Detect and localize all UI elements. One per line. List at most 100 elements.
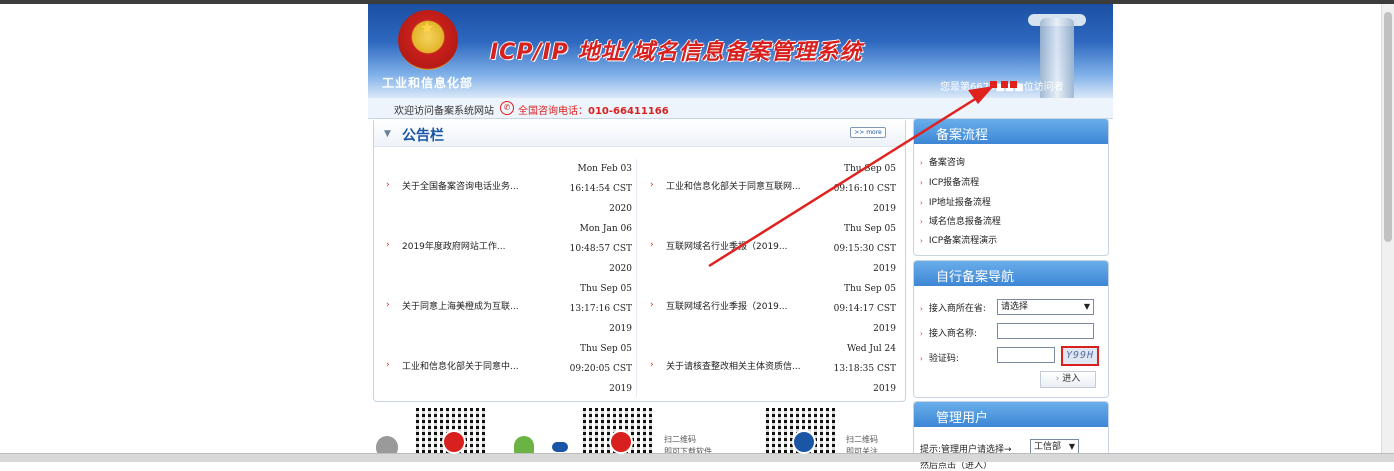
- notice-item-date: Mon Jan 06 10:48:57 CST 2020: [552, 219, 632, 279]
- notice-item-title[interactable]: 2019年度政府网站工作...: [402, 239, 506, 252]
- notice-item-title[interactable]: 工业和信息化部关于同意互联网...: [666, 179, 801, 192]
- notice-item-date: Thu Sep 05 09:15:30 CST 2019: [816, 219, 896, 279]
- notice-title: 公告栏: [402, 128, 444, 144]
- date-year: 2019: [609, 384, 632, 394]
- phone-number: 010-66411166: [588, 106, 669, 117]
- notice-item[interactable]: › 工业和信息化部关于同意互联网... Thu Sep 05 09:16:10 C…: [640, 155, 900, 215]
- date-time: 16:14:54 CST: [569, 184, 632, 194]
- arrow-bullet-icon: ›: [650, 180, 654, 190]
- process-link-label[interactable]: ICP备案流程演示: [929, 236, 997, 246]
- self-filing-panel-title: 自行备案导航: [936, 270, 1015, 285]
- process-link-label[interactable]: IP地址报备流程: [929, 198, 991, 208]
- date-day: Mon Feb 03: [577, 164, 632, 174]
- qr-logo-icon: [609, 430, 633, 454]
- info-bar: 欢迎访问备案系统网站 ✆ 全国咨询电话：010-66411166: [368, 98, 1113, 119]
- arrow-bullet-icon: ›: [386, 300, 390, 310]
- notice-item-title[interactable]: 关于全国备案咨询电话业务...: [402, 179, 519, 192]
- cloud-icon: [552, 442, 568, 452]
- process-panel-title: 备案流程: [936, 128, 989, 143]
- date-day: Thu Sep 05: [843, 164, 896, 174]
- phone-icon: ✆: [500, 101, 514, 115]
- arrow-bullet-icon: ›: [920, 159, 923, 167]
- process-link-icp[interactable]: › ICP报备流程: [920, 175, 979, 188]
- notice-item-date: Thu Sep 05 09:20:05 CST 2019: [552, 339, 632, 399]
- vertical-scrollbar[interactable]: [1381, 4, 1394, 454]
- collapse-triangle-icon: ▼: [384, 129, 391, 139]
- scrollbar-thumb[interactable]: [1384, 12, 1392, 242]
- process-link-ip[interactable]: › IP地址报备流程: [920, 195, 991, 208]
- captcha-image[interactable]: Y99H: [1061, 346, 1099, 366]
- enter-button[interactable]: › 进入: [1040, 371, 1096, 388]
- arrow-bullet-icon: ›: [920, 179, 923, 187]
- notice-item-date: Thu Sep 05 13:17:16 CST 2019: [552, 279, 632, 339]
- notice-item-title[interactable]: 关于同意上海美橙成为互联...: [402, 299, 519, 312]
- national-emblem-icon: ★: [398, 10, 458, 70]
- admin-panel-title: 管理用户: [936, 411, 989, 426]
- notice-board: ▼ 公告栏 >> more › 关于全国备案咨询电话业务... Mon Feb …: [373, 118, 906, 402]
- provider-name-label-text: 接入商名称:: [928, 329, 977, 339]
- process-link-label[interactable]: 域名信息报备流程: [929, 217, 1001, 227]
- notice-item-title[interactable]: 互联网域名行业季报（2019...: [666, 239, 788, 252]
- date-year: 2019: [873, 384, 896, 394]
- notice-item-date: Mon Feb 03 16:14:54 CST 2020: [552, 159, 632, 219]
- notice-item-title[interactable]: 工业和信息化部关于同意中...: [402, 359, 519, 372]
- notice-item[interactable]: › 互联网域名行业季报（2019... Thu Sep 05 09:15:30 C…: [640, 215, 900, 275]
- notice-item[interactable]: › 互联网域名行业季报（2019... Thu Sep 05 09:14:17 C…: [640, 275, 900, 335]
- dropdown-caret-icon: ▼: [1068, 442, 1075, 451]
- province-select-value: 请选择: [1001, 302, 1029, 312]
- system-title: ICP/IP 地址/域名信息备案管理系统: [490, 40, 863, 65]
- notice-item-title[interactable]: 关于请核查整改相关主体资质信...: [666, 359, 801, 372]
- date-time: 09:15:30 CST: [833, 244, 896, 254]
- date-day: Thu Sep 05: [843, 284, 896, 294]
- arrow-bullet-icon: ›: [650, 360, 654, 370]
- dept-select-value: 工信部: [1034, 442, 1062, 452]
- notice-item-date: Thu Sep 05 09:14:17 CST 2019: [816, 279, 896, 339]
- process-link-domain[interactable]: › 域名信息报备流程: [920, 214, 1001, 227]
- notice-item[interactable]: › 关于同意上海美橙成为互联... Thu Sep 05 13:17:16 CST…: [376, 275, 636, 335]
- notice-item[interactable]: › 关于请核查整改相关主体资质信... Wed Jul 24 13:18:35 C…: [640, 335, 900, 395]
- captcha-label: › 验证码:: [920, 351, 959, 364]
- date-day: Thu Sep 05: [579, 284, 632, 294]
- ministry-name: 工业和信息化部: [382, 76, 474, 90]
- arrow-bullet-icon: ›: [920, 218, 923, 226]
- provider-name-label: › 接入商名称:: [920, 326, 977, 339]
- captcha-input[interactable]: [997, 347, 1055, 363]
- process-panel-header: 备案流程: [914, 119, 1108, 144]
- more-button[interactable]: >> more: [850, 127, 886, 138]
- page-frame: ★ 工业和信息化部 ICP/IP 地址/域名信息备案管理系统 您是第6679■■…: [368, 4, 1113, 471]
- province-select[interactable]: 请选择 ▼: [997, 299, 1094, 315]
- process-link-consult[interactable]: › 备案咨询: [920, 155, 965, 168]
- process-link-label[interactable]: ICP报备流程: [929, 178, 979, 188]
- date-time: 13:18:35 CST: [833, 364, 896, 374]
- android-icon: [514, 436, 534, 454]
- visitor-counter: 您是第6679■■■位访问者: [940, 82, 1064, 93]
- phone-label: 全国咨询电话：: [518, 106, 588, 117]
- self-filing-panel-header: 自行备案导航: [914, 261, 1108, 286]
- date-day: Mon Jan 06: [579, 224, 632, 234]
- emblem-star-icon: ★: [420, 18, 435, 37]
- date-time: 13:17:16 CST: [569, 304, 632, 314]
- arrow-bullet-icon: ›: [920, 305, 923, 313]
- notice-header: ▼ 公告栏 >> more: [374, 119, 905, 147]
- notice-item[interactable]: › 2019年度政府网站工作... Mon Jan 06 10:48:57 CST…: [376, 215, 636, 275]
- column-divider: [636, 159, 637, 397]
- provider-name-input[interactable]: [997, 323, 1094, 339]
- notice-item[interactable]: › 工业和信息化部关于同意中... Thu Sep 05 09:20:05 CST…: [376, 335, 636, 395]
- self-filing-panel: 自行备案导航 › 接入商所在省: 请选择 ▼ › 接入商名称: › 验证码: Y99H…: [913, 260, 1109, 398]
- arrow-bullet-icon: ›: [920, 237, 923, 245]
- process-link-demo[interactable]: › ICP备案流程演示: [920, 233, 997, 246]
- arrow-bullet-icon: ›: [386, 180, 390, 190]
- notice-item-title[interactable]: 互联网域名行业季报（2019...: [666, 299, 788, 312]
- date-day: Thu Sep 05: [579, 344, 632, 354]
- date-day: Wed Jul 24: [846, 344, 896, 354]
- arrow-bullet-icon: ›: [650, 300, 654, 310]
- arrow-bullet-icon: ›: [386, 360, 390, 370]
- date-time: 09:14:17 CST: [833, 304, 896, 314]
- arrow-bullet-icon: ›: [386, 240, 390, 250]
- admin-panel-header: 管理用户: [914, 402, 1108, 427]
- process-link-label[interactable]: 备案咨询: [929, 158, 965, 168]
- qr-logo-icon: [442, 430, 466, 454]
- notice-item[interactable]: › 关于全国备案咨询电话业务... Mon Feb 03 16:14:54 CST…: [376, 155, 636, 215]
- consult-phone: 全国咨询电话：010-66411166: [518, 102, 669, 117]
- date-time: 09:20:05 CST: [569, 364, 632, 374]
